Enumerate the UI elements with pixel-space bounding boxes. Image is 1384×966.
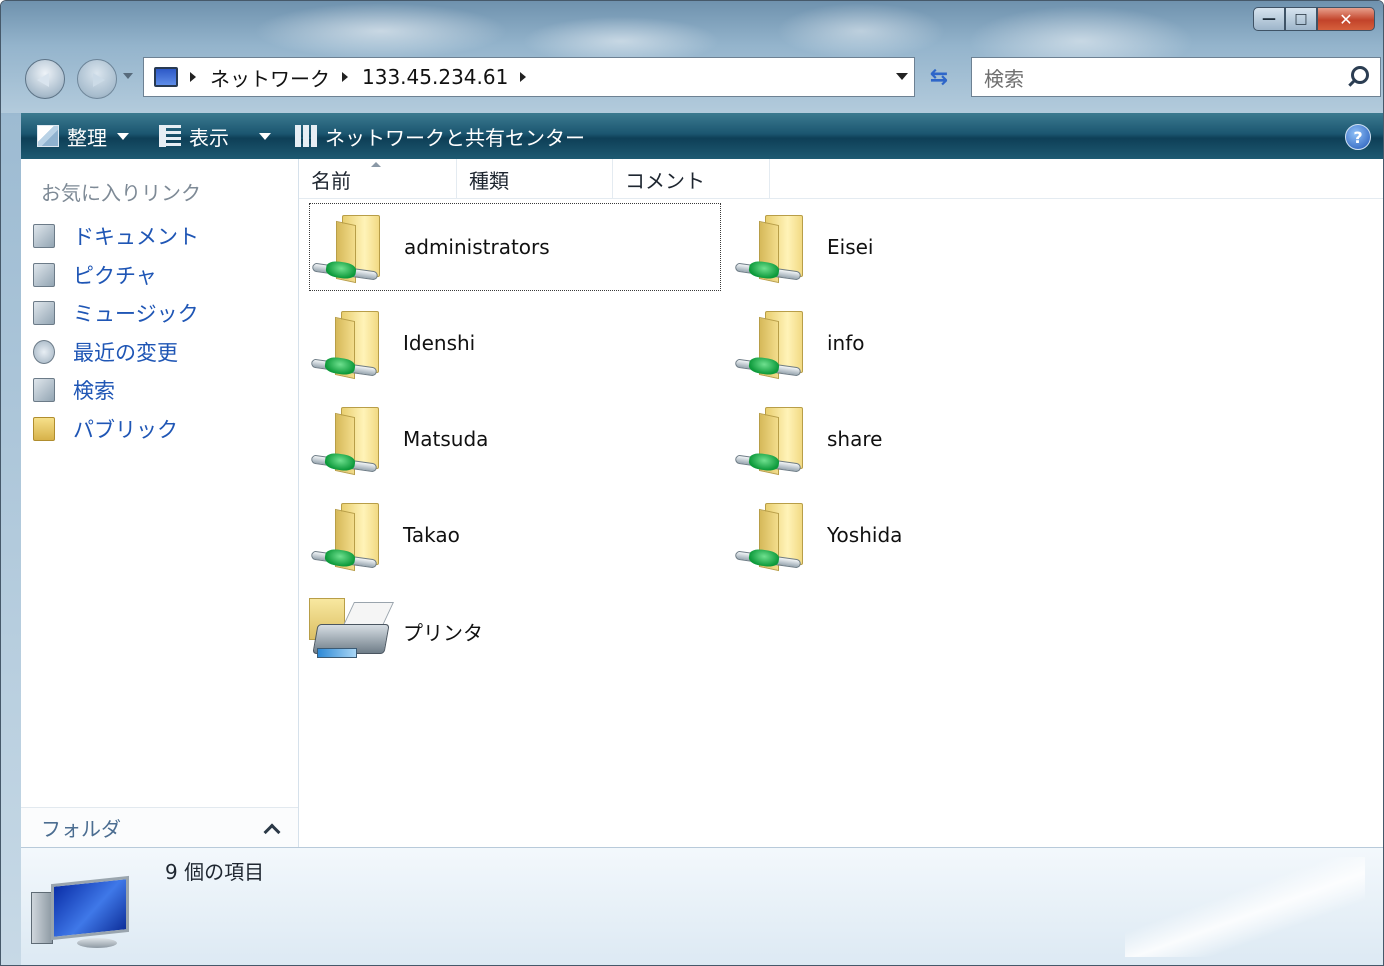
network-center-icon bbox=[295, 125, 317, 147]
sort-ascending-icon bbox=[371, 162, 381, 167]
shared-folder-item[interactable]: Yoshida bbox=[733, 491, 1145, 579]
shared-folder-item[interactable]: administrators bbox=[309, 203, 721, 291]
close-button[interactable]: ✕ bbox=[1317, 7, 1375, 31]
favorite-link-public[interactable]: パブリック bbox=[33, 410, 199, 449]
organize-button[interactable]: 整理 bbox=[21, 113, 139, 159]
breadcrumb-separator[interactable] bbox=[190, 72, 196, 82]
search-icon[interactable] bbox=[1346, 66, 1369, 88]
column-header-label: 名前 bbox=[311, 168, 351, 193]
shared-folder-icon bbox=[309, 495, 387, 575]
column-header-name[interactable]: 名前 bbox=[299, 159, 457, 199]
item-label: Eisei bbox=[827, 235, 874, 259]
favorite-link-label: パブリック bbox=[73, 417, 178, 442]
breadcrumb-host[interactable]: 133.45.234.61 bbox=[362, 65, 508, 89]
chevron-up-icon bbox=[263, 823, 281, 840]
public-folder-icon bbox=[33, 416, 55, 441]
forward-button[interactable] bbox=[77, 59, 117, 99]
favorite-link-label: ドキュメント bbox=[73, 225, 199, 250]
column-header-type[interactable]: 種類 bbox=[457, 159, 613, 199]
views-button[interactable]: 表示 bbox=[139, 113, 281, 159]
address-bar[interactable]: ネットワーク 133.45.234.61 bbox=[143, 57, 915, 97]
recent-pages-dropdown[interactable] bbox=[123, 73, 133, 79]
views-label: 表示 bbox=[189, 125, 229, 150]
network-location-icon bbox=[154, 67, 178, 87]
item-count: 9 個の項目 bbox=[165, 860, 265, 884]
shared-folder-icon bbox=[733, 495, 811, 575]
favorite-link-label: ミュージック bbox=[73, 302, 199, 327]
explorer-window: — □ ✕ ネットワーク 133.45.234.61 ⇆ 検索 整理 表示 ネッ… bbox=[0, 0, 1384, 966]
back-button[interactable] bbox=[25, 59, 65, 99]
shared-folder-icon bbox=[733, 303, 811, 383]
item-label: administrators bbox=[404, 235, 550, 259]
favorite-link-documents[interactable]: ドキュメント bbox=[33, 217, 199, 256]
breadcrumb-separator[interactable] bbox=[342, 72, 348, 82]
address-dropdown-icon[interactable] bbox=[896, 73, 908, 80]
minimize-button[interactable]: — bbox=[1253, 7, 1285, 31]
folders-toggle[interactable]: フォルダ bbox=[21, 807, 298, 847]
favorite-link-music[interactable]: ミュージック bbox=[33, 294, 199, 333]
refresh-icon: ⇆ bbox=[929, 64, 949, 90]
column-header-label: 種類 bbox=[469, 168, 509, 193]
favorite-link-searches[interactable]: 検索 bbox=[33, 371, 199, 410]
favorite-links-title: お気に入りリンク bbox=[41, 181, 201, 205]
chevron-down-icon bbox=[259, 132, 271, 140]
navigation-pane: お気に入りリンク ドキュメント ピクチャ ミュージック 最近の変更 検索 パブリ… bbox=[21, 159, 299, 847]
printers-folder-item[interactable]: プリンタ bbox=[309, 587, 721, 675]
command-bar: 整理 表示 ネットワークと共有センター ? bbox=[21, 113, 1383, 159]
shared-folder-icon bbox=[309, 399, 387, 479]
shared-folder-item[interactable]: Takao bbox=[309, 491, 721, 579]
shared-folder-item[interactable]: Matsuda bbox=[309, 395, 721, 483]
search-box[interactable]: 検索 bbox=[971, 57, 1381, 97]
search-input[interactable]: 検索 bbox=[984, 63, 1024, 92]
item-label: Yoshida bbox=[827, 523, 903, 547]
folders-label: フォルダ bbox=[41, 817, 121, 841]
favorite-link-label: 最近の変更 bbox=[73, 340, 178, 365]
shared-folder-item[interactable]: info bbox=[733, 299, 1145, 387]
details-pane: 9 個の項目 bbox=[21, 847, 1383, 965]
caption-buttons: — □ ✕ bbox=[1253, 7, 1375, 33]
item-label: Matsuda bbox=[403, 427, 489, 451]
music-icon bbox=[33, 301, 55, 326]
column-header-comment[interactable]: コメント bbox=[613, 159, 770, 199]
help-icon[interactable]: ? bbox=[1345, 124, 1371, 150]
item-label: info bbox=[827, 331, 865, 355]
searches-icon bbox=[33, 378, 55, 403]
favorite-link-label: ピクチャ bbox=[73, 263, 157, 288]
maximize-button[interactable]: □ bbox=[1285, 7, 1317, 31]
column-header-label: コメント bbox=[625, 168, 705, 193]
organize-label: 整理 bbox=[67, 125, 107, 150]
favorite-links-list: ドキュメント ピクチャ ミュージック 最近の変更 検索 パブリック bbox=[33, 217, 199, 448]
item-label: プリンタ bbox=[403, 620, 483, 645]
shared-folder-icon bbox=[733, 399, 811, 479]
organize-icon bbox=[37, 125, 59, 147]
pictures-icon bbox=[33, 262, 55, 287]
refresh-button[interactable]: ⇆ bbox=[919, 59, 959, 95]
shared-folder-icon bbox=[733, 207, 811, 287]
breadcrumb-separator[interactable] bbox=[520, 72, 527, 82]
column-headers: 名前 種類 コメント bbox=[299, 159, 1383, 199]
computer-icon bbox=[31, 872, 141, 958]
shared-folder-item[interactable]: share bbox=[733, 395, 1145, 483]
network-sharing-center-button[interactable]: ネットワークと共有センター bbox=[281, 113, 595, 159]
item-label: share bbox=[827, 427, 883, 451]
shared-folder-icon bbox=[310, 207, 388, 287]
favorite-link-label: 検索 bbox=[73, 379, 115, 404]
network-center-label: ネットワークと共有センター bbox=[325, 125, 585, 150]
documents-icon bbox=[33, 224, 55, 249]
views-icon bbox=[159, 125, 181, 147]
favorite-link-recent-changes[interactable]: 最近の変更 bbox=[33, 333, 199, 372]
shared-folder-item[interactable]: Eisei bbox=[733, 203, 1145, 291]
shared-folder-icon bbox=[309, 303, 387, 383]
chevron-down-icon bbox=[117, 132, 129, 140]
shared-folder-item[interactable]: Idenshi bbox=[309, 299, 721, 387]
item-label: Takao bbox=[403, 523, 460, 547]
breadcrumb-network[interactable]: ネットワーク bbox=[210, 63, 330, 92]
favorite-link-pictures[interactable]: ピクチャ bbox=[33, 256, 199, 295]
recent-changes-icon bbox=[33, 339, 55, 364]
file-list: 名前 種類 コメント administrators Eisei Idenshi … bbox=[299, 159, 1383, 847]
printer-icon bbox=[309, 596, 394, 666]
item-label: Idenshi bbox=[403, 331, 476, 355]
